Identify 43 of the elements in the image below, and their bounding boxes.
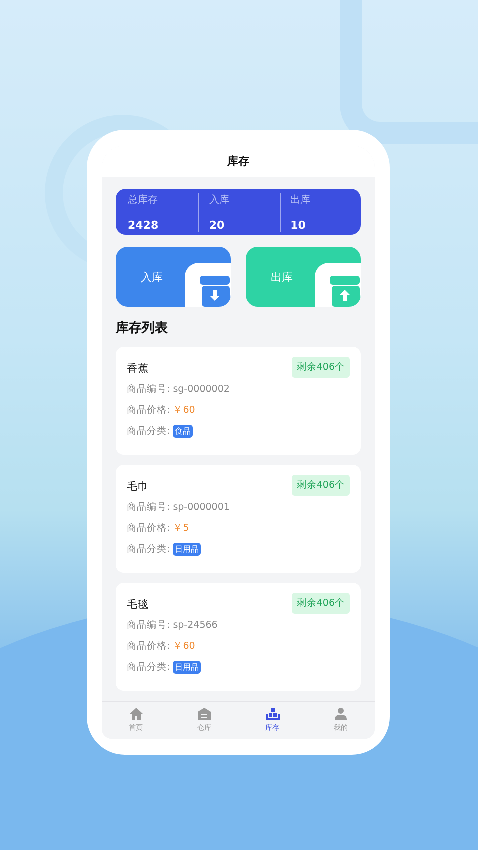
product-card[interactable]: 毛巾 剩余406个 商品编号: sp-0000001 商品价格: ￥5 商品分类: 日用品 [116, 465, 361, 573]
product-price: ￥5 [173, 522, 190, 534]
field-label: 商品编号: [127, 618, 170, 632]
field-label: 商品价格: [127, 522, 170, 534]
box-down-icon [199, 275, 231, 307]
box-up-icon [329, 275, 361, 307]
stock-in-button[interactable]: 入库 [116, 247, 231, 307]
stock-badge: 剩余406个 [292, 593, 350, 614]
stat-value: 10 [290, 218, 307, 232]
stat-value: 20 [209, 218, 226, 232]
stat-label: 出库 [290, 194, 312, 206]
stock-out-button[interactable]: 出库 [246, 247, 361, 307]
stock-badge: 剩余406个 [292, 357, 350, 378]
warehouse-icon [198, 708, 211, 720]
product-price: ￥60 [173, 404, 196, 416]
field-label: 商品编号: [127, 500, 170, 514]
category-tag: 日用品 [173, 660, 202, 674]
field-label: 商品分类: [127, 424, 170, 438]
product-name: 毛巾 [127, 480, 149, 494]
product-card[interactable]: 香蕉 剩余406个 商品编号: sg-0000002 商品价格: ￥60 商品分类: 食品 [116, 347, 361, 455]
field-label: 商品价格: [127, 404, 170, 416]
stat-label: 总库存 [128, 194, 159, 206]
product-code: sp-24566 [173, 620, 218, 630]
category-tag: 食品 [173, 424, 194, 438]
field-label: 商品编号: [127, 382, 170, 396]
field-label: 商品分类: [127, 660, 170, 674]
stock-badge: 剩余406个 [292, 475, 350, 496]
field-label: 商品价格: [127, 640, 170, 652]
field-label: 商品分类: [127, 542, 170, 556]
section-title: 库存列表 [116, 320, 169, 337]
product-card[interactable]: 毛毯 剩余406个 商品编号: sp-24566 商品价格: ￥60 商品分类: 日用品 [116, 583, 361, 691]
product-code: sg-0000002 [173, 384, 230, 394]
home-icon [130, 708, 143, 720]
product-code: sp-0000001 [173, 502, 230, 512]
boxes-icon [266, 708, 280, 720]
category-tag: 日用品 [173, 542, 202, 556]
stat-value: 2428 [128, 218, 160, 232]
page-title: 库存 [102, 146, 375, 177]
product-price: ￥60 [173, 640, 196, 652]
product-name: 毛毯 [127, 598, 149, 612]
stat-label: 入库 [209, 194, 230, 206]
product-name: 香蕉 [127, 362, 149, 376]
user-icon [334, 708, 347, 720]
